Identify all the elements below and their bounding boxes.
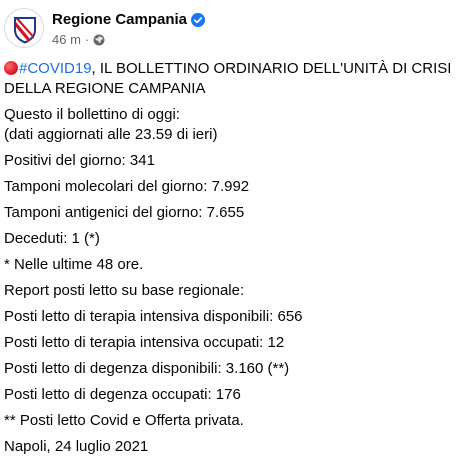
post-line: Posti letto di terapia intensiva disponi…	[4, 307, 466, 327]
post-line: Tamponi antigenici del giorno: 7.655	[4, 203, 466, 223]
post-body: #COVID19, IL BOLLETTINO ORDINARIO DELL'U…	[4, 59, 466, 463]
globe-icon[interactable]	[93, 34, 105, 46]
tamponi-molecolari-line: Tamponi molecolari del giorno: 7.992	[4, 178, 250, 195]
page-avatar[interactable]	[4, 8, 44, 48]
post-line: Napoli, 24 luglio 2021	[4, 437, 466, 457]
intro-line: Questo il bollettino di oggi:	[4, 106, 180, 123]
page-name-row: Regione Campania	[52, 11, 206, 29]
ti-disponibili-line: Posti letto di terapia intensiva disponi…	[4, 308, 303, 325]
post-meta: Regione Campania 46 m ·	[52, 11, 206, 48]
positivi-line: Positivi del giorno: 341	[4, 152, 155, 169]
verified-badge-icon	[191, 13, 206, 27]
tamponi-antigenici-line: Tamponi antigenici del giorno: 7.655	[4, 204, 245, 221]
post-header: Regione Campania 46 m ·	[4, 8, 206, 54]
meta-separator: ·	[84, 32, 90, 47]
post-headline: #COVID19, IL BOLLETTINO ORDINARIO DELL'U…	[4, 59, 466, 99]
footnote-line: ** Posti letto Covid e Offerta privata.	[4, 412, 244, 429]
post-subline: 46 m ·	[52, 32, 205, 48]
post-line: Deceduti: 1 (*)	[4, 229, 466, 249]
degenza-occupati-line: Posti letto di degenza occupati: 176	[4, 386, 241, 403]
intro-paragraph: Questo il bollettino di oggi: (dati aggi…	[4, 105, 466, 145]
facebook-post: Regione Campania 46 m · #COVID19, IL BOL…	[0, 0, 472, 464]
report-heading-line: Report posti letto su base regionale:	[4, 282, 245, 299]
hashtag-link[interactable]: #COVID19	[19, 60, 92, 77]
regione-campania-crest-icon	[6, 10, 43, 47]
date-line: Napoli, 24 luglio 2021	[4, 438, 149, 455]
page-name-link[interactable]: Regione Campania	[52, 11, 187, 29]
post-line: Posti letto di degenza occupati: 176	[4, 385, 466, 405]
post-line: ** Posti letto Covid e Offerta privata.	[4, 411, 466, 431]
ti-occupati-line: Posti letto di terapia intensiva occupat…	[4, 334, 285, 351]
red-circle-emoji-icon	[4, 61, 18, 75]
degenza-disponibili-line: Posti letto di degenza disponibili: 3.16…	[4, 360, 290, 377]
post-line: Tamponi molecolari del giorno: 7.992	[4, 177, 466, 197]
post-line: * Nelle ultime 48 ore.	[4, 255, 466, 275]
intro-line: (dati aggiornati alle 23.59 di ieri)	[4, 126, 218, 143]
post-line: Posti letto di terapia intensiva occupat…	[4, 333, 466, 353]
post-line: Report posti letto su base regionale:	[4, 281, 466, 301]
post-line: Posti letto di degenza disponibili: 3.16…	[4, 359, 466, 379]
footnote-line: * Nelle ultime 48 ore.	[4, 256, 144, 273]
post-timestamp[interactable]: 46 m	[52, 32, 81, 48]
post-line: Positivi del giorno: 341	[4, 151, 466, 171]
deceduti-line: Deceduti: 1 (*)	[4, 230, 100, 247]
